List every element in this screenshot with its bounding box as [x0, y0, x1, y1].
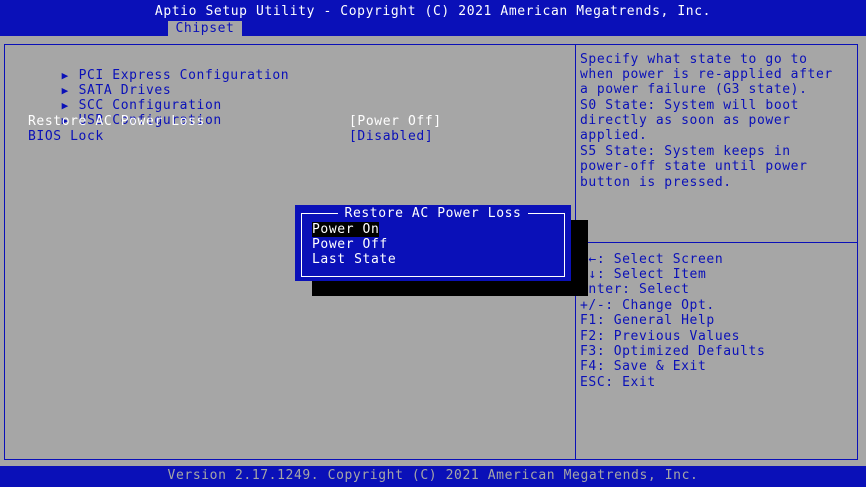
- key-help-enter: Enter: Select: [580, 282, 690, 297]
- help-description-line: S5 State: System keeps in: [580, 144, 791, 159]
- popup-option-power-off[interactable]: Power Off: [312, 237, 388, 252]
- popup-title-text: Restore AC Power Loss: [337, 206, 529, 221]
- bios-setup-screen: Aptio Setup Utility - Copyright (C) 2021…: [0, 0, 866, 487]
- utility-title: Aptio Setup Utility - Copyright (C) 2021…: [154, 4, 712, 19]
- help-description-line: Specify what state to go to: [580, 52, 808, 67]
- help-description-line: power-off state until power: [580, 159, 808, 174]
- key-help-general-help: F1: General Help: [580, 313, 715, 328]
- help-description-line: directly as soon as power: [580, 113, 791, 128]
- help-description-line: S0 State: System will boot: [580, 98, 800, 113]
- setting-value-restore-ac-power-loss[interactable]: [Power Off]: [349, 114, 442, 129]
- popup-option-power-on[interactable]: Power On: [312, 222, 380, 237]
- setting-value-bios-lock[interactable]: [Disabled]: [349, 129, 433, 144]
- help-divider: [576, 242, 857, 243]
- version-text: Version 2.17.1249. Copyright (C) 2021 Am…: [167, 468, 699, 483]
- popup-title: Restore AC Power Loss: [295, 206, 571, 221]
- help-pane: Specify what state to go to when power i…: [575, 44, 858, 460]
- header-bar: Aptio Setup Utility - Copyright (C) 2021…: [0, 0, 866, 36]
- key-help-previous-values: F2: Previous Values: [580, 329, 741, 344]
- help-description-line: when power is re-applied after: [580, 67, 833, 82]
- setting-bios-lock[interactable]: BIOS Lock: [28, 129, 104, 144]
- footer-bar: Version 2.17.1249. Copyright (C) 2021 Am…: [0, 466, 866, 487]
- popup-option-last-state[interactable]: Last State: [312, 252, 396, 267]
- help-description-line: applied.: [580, 128, 648, 143]
- setting-restore-ac-power-loss[interactable]: Restore AC Power Loss: [28, 114, 205, 129]
- tab-chipset[interactable]: Chipset: [168, 21, 242, 36]
- key-help-esc-exit: ESC: Exit: [580, 375, 656, 390]
- key-help-change-opt: +/-: Change Opt.: [580, 298, 715, 313]
- key-help-select-item: ↑↓: Select Item: [580, 267, 707, 282]
- help-description-line: button is pressed.: [580, 175, 732, 190]
- help-description-line: a power failure (G3 state).: [580, 82, 808, 97]
- key-help-optimized-defaults: F3: Optimized Defaults: [580, 344, 766, 359]
- option-popup: Restore AC Power Loss Power On Power Off…: [295, 205, 571, 281]
- key-help-select-screen: →←: Select Screen: [580, 252, 724, 267]
- key-help-save-exit: F4: Save & Exit: [580, 359, 707, 374]
